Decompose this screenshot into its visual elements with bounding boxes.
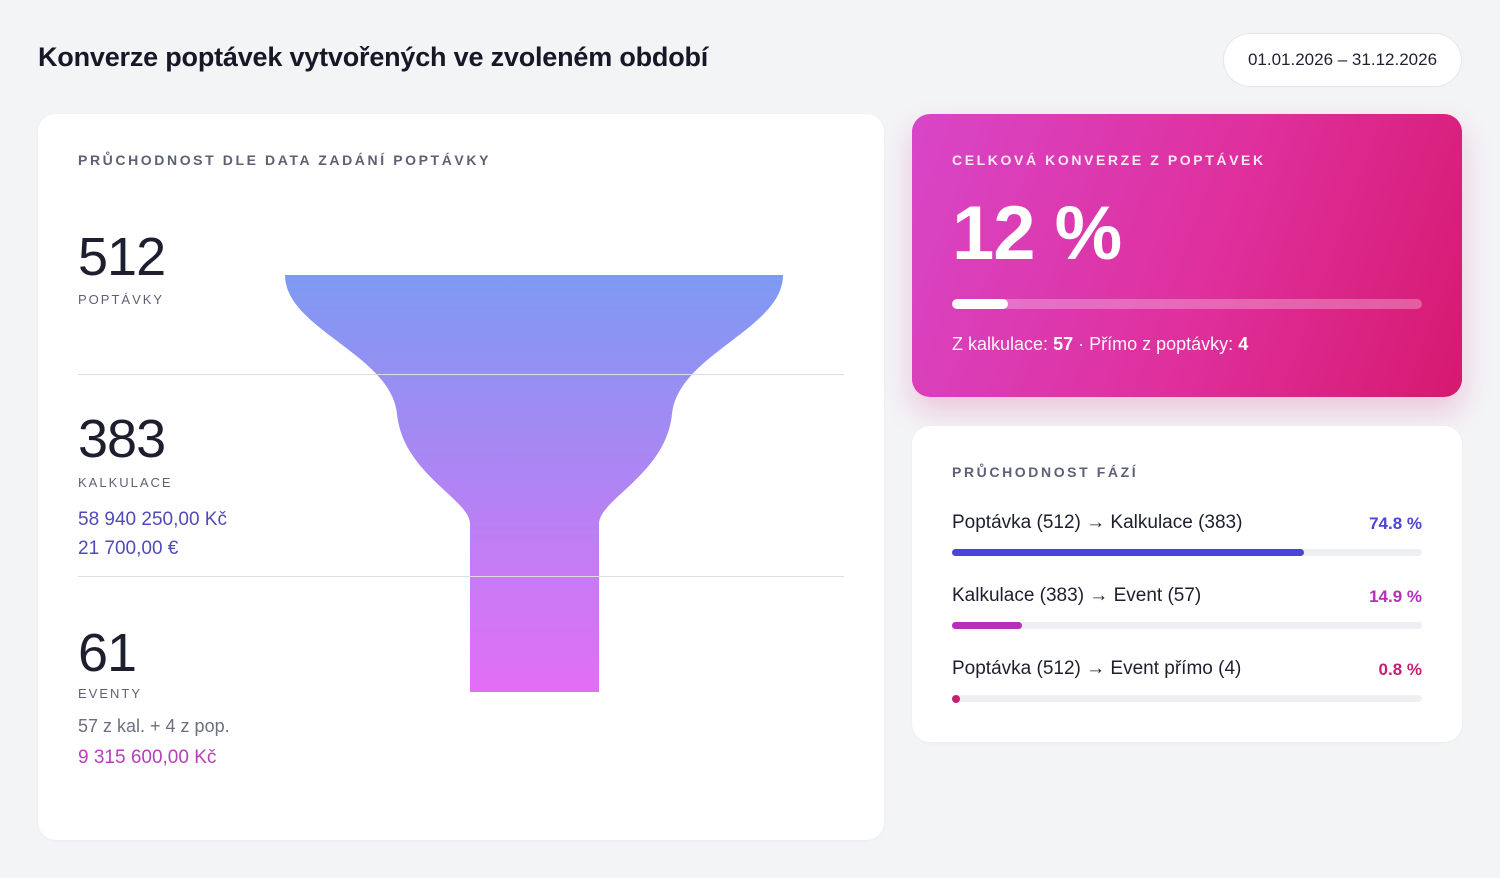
phase-label: Kalkulace (383) → Event (57) xyxy=(952,585,1202,606)
stage-kalkulace-money-czk: 58 940 250,00 Kč xyxy=(78,509,227,530)
total-card-label: CELKOVÁ KONVERZE Z POPTÁVEK xyxy=(952,152,1266,168)
stage-kalkulace-value: 383 xyxy=(78,409,166,469)
total-conversion-progress-fill xyxy=(952,299,1009,309)
page-title: Konverze poptávek vytvořených ve zvolené… xyxy=(38,42,709,72)
total-conversion-progress xyxy=(952,299,1422,309)
phase-progress xyxy=(952,694,1422,703)
phase-percent: 0.8 % xyxy=(1378,660,1422,679)
funnel-card: PRŮCHODNOST DLE DATA ZADÁNÍ POPTÁVKY 512… xyxy=(38,114,884,840)
stage-eventy-caption: EVENTY xyxy=(78,686,143,701)
funnel-shape xyxy=(285,275,783,692)
phase-progress-fill xyxy=(952,549,1304,556)
phase-progress xyxy=(952,549,1422,556)
stage-divider xyxy=(78,576,844,577)
phase-progress-fill xyxy=(952,694,960,703)
total-conversion-percent: 12 % xyxy=(952,191,1122,276)
from-calc-value: 57 xyxy=(1053,334,1074,354)
phases-card-label: PRŮCHODNOST FÁZÍ xyxy=(952,464,1139,480)
direct-label: Přímo z poptávky: xyxy=(1089,334,1234,354)
stage-kalkulace-money-eur: 21 700,00 € xyxy=(78,538,179,559)
stage-poptavky-value: 512 xyxy=(78,227,166,287)
phase-label: Poptávka (512) → Event přímo (4) xyxy=(952,658,1242,679)
phase-label: Poptávka (512) → Kalkulace (383) xyxy=(952,512,1243,533)
phases-card: PRŮCHODNOST FÁZÍ Poptávka (512) → Kalkul… xyxy=(912,426,1462,742)
phase-progress xyxy=(952,622,1422,629)
from-calc-label: Z kalkulace: xyxy=(952,334,1049,354)
phase-percent: 74.8 % xyxy=(1369,514,1422,533)
funnel-card-label: PRŮCHODNOST DLE DATA ZADÁNÍ POPTÁVKY xyxy=(78,152,492,168)
direct-value: 4 xyxy=(1238,334,1249,354)
phase-progress-fill xyxy=(952,622,1023,629)
breakdown-separator: · xyxy=(1078,334,1085,354)
date-range-picker[interactable]: 01.01.2026 – 31.12.2026 xyxy=(1223,33,1462,87)
total-breakdown: Z kalkulace: 57 · Přímo z poptávky: 4 xyxy=(952,334,1248,355)
stage-divider xyxy=(78,374,844,375)
stage-kalkulace-caption: KALKULACE xyxy=(78,475,173,490)
stage-eventy-value: 61 xyxy=(78,623,137,683)
stage-eventy-money-czk: 9 315 600,00 Kč xyxy=(78,747,217,768)
stage-eventy-note: 57 z kal. + 4 z pop. xyxy=(78,716,230,736)
phase-percent: 14.9 % xyxy=(1369,587,1422,606)
stage-poptavky-caption: POPTÁVKY xyxy=(78,292,165,307)
total-conversion-card: CELKOVÁ KONVERZE Z POPTÁVEK 12 % Z kalku… xyxy=(912,114,1462,397)
